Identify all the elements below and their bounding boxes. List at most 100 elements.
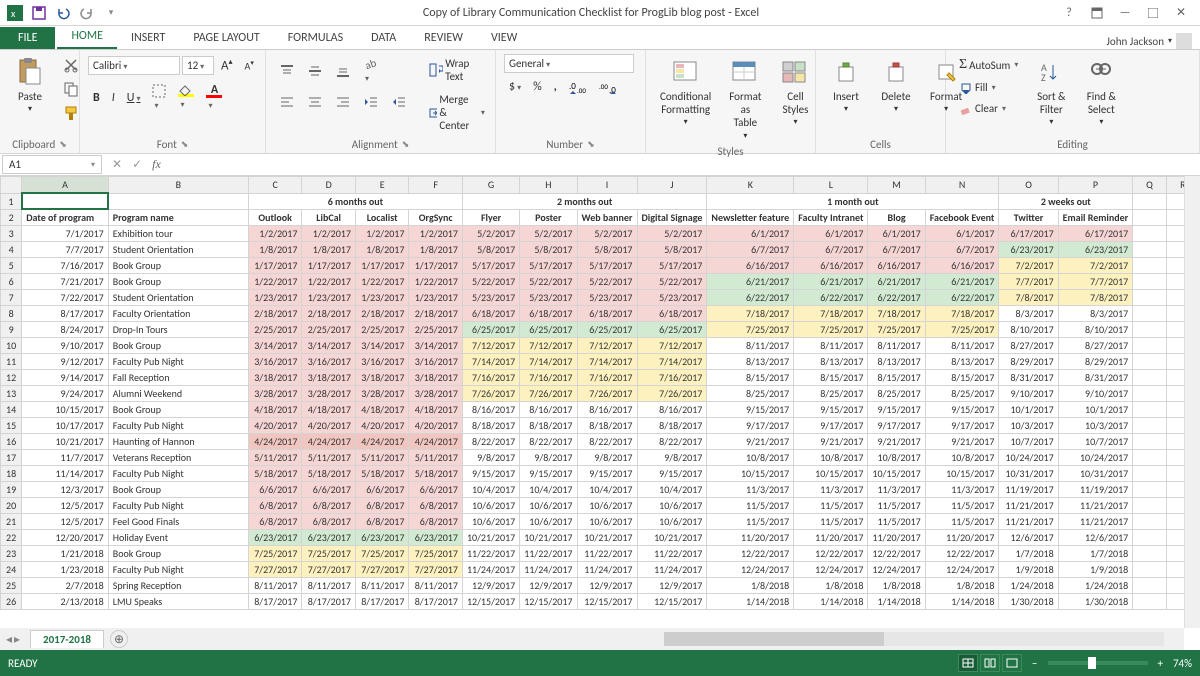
cell[interactable]: 4/20/2017 xyxy=(248,418,302,434)
cell[interactable]: 6/16/2017 xyxy=(794,258,868,274)
align-center-button[interactable] xyxy=(302,92,328,112)
cell[interactable]: 12/22/2017 xyxy=(868,546,925,562)
cell[interactable]: 7/2/2017 xyxy=(999,258,1058,274)
insert-function-icon[interactable]: fx xyxy=(152,157,161,172)
cell[interactable]: 12/5/2017 xyxy=(22,498,109,514)
column-header[interactable]: B xyxy=(108,177,248,194)
cell[interactable]: 3/28/2017 xyxy=(409,386,463,402)
hdr-orgsync[interactable]: OrgSync xyxy=(409,209,463,226)
cell[interactable]: 6/6/2017 xyxy=(302,482,356,498)
cell[interactable]: 3/28/2017 xyxy=(248,386,302,402)
cell[interactable]: 8/27/2017 xyxy=(999,338,1058,354)
cell[interactable]: 4/20/2017 xyxy=(355,418,409,434)
cell[interactable] xyxy=(1133,274,1167,290)
cell[interactable]: 6/23/2017 xyxy=(409,530,463,546)
cell[interactable]: 6/18/2017 xyxy=(577,306,637,322)
cell[interactable]: 12/22/2017 xyxy=(794,546,868,562)
cell[interactable] xyxy=(1133,514,1167,530)
percent-button[interactable]: % xyxy=(528,77,547,97)
cell[interactable]: 1/8/2017 xyxy=(409,242,463,258)
cell[interactable]: 10/15/2017 xyxy=(22,402,109,418)
cell[interactable]: 9/15/2017 xyxy=(462,466,519,482)
cell[interactable]: Faculty Pub Night xyxy=(108,418,248,434)
cell[interactable]: 5/8/2017 xyxy=(577,242,637,258)
cell[interactable]: 2/25/2017 xyxy=(248,322,302,338)
cell[interactable]: 10/8/2017 xyxy=(707,450,794,466)
cell[interactable]: 7/7/2017 xyxy=(999,274,1058,290)
cell[interactable]: 1/17/2017 xyxy=(409,258,463,274)
cell[interactable]: 6/8/2017 xyxy=(355,514,409,530)
cell[interactable]: 10/4/2017 xyxy=(520,482,577,498)
cell[interactable]: 6/25/2017 xyxy=(520,322,577,338)
cell[interactable]: Veterans Reception xyxy=(108,450,248,466)
cell[interactable]: 5/23/2017 xyxy=(462,290,519,306)
cell[interactable]: 8/18/2017 xyxy=(520,418,577,434)
cell[interactable]: 12/24/2017 xyxy=(794,562,868,578)
cell[interactable]: 6/18/2017 xyxy=(520,306,577,322)
cell[interactable]: 11/3/2017 xyxy=(707,482,794,498)
cell[interactable]: 6/17/2017 xyxy=(999,226,1058,242)
cell[interactable]: 10/7/2017 xyxy=(1058,434,1133,450)
cell[interactable]: 8/24/2017 xyxy=(22,322,109,338)
hdr-date[interactable]: Date of program xyxy=(22,209,109,226)
cell[interactable]: Book Group xyxy=(108,258,248,274)
column-header[interactable]: Q xyxy=(1133,177,1167,194)
cell[interactable]: 7/7/2017 xyxy=(1058,274,1133,290)
cell[interactable]: 12/3/2017 xyxy=(22,482,109,498)
cell[interactable]: 7/25/2017 xyxy=(355,546,409,562)
cell[interactable]: 6/18/2017 xyxy=(462,306,519,322)
cell[interactable] xyxy=(1133,306,1167,322)
cell[interactable]: 1/8/2017 xyxy=(355,242,409,258)
cell[interactable]: 6/7/2017 xyxy=(707,242,794,258)
cell[interactable]: 8/10/2017 xyxy=(999,322,1058,338)
column-header[interactable]: C xyxy=(248,177,302,194)
cell[interactable]: 9/17/2017 xyxy=(868,418,925,434)
cell[interactable]: 5/23/2017 xyxy=(637,290,707,306)
cell[interactable]: 8/22/2017 xyxy=(462,434,519,450)
row-header[interactable]: 12 xyxy=(1,370,22,386)
cell[interactable]: 11/21/2017 xyxy=(1058,498,1133,514)
cell[interactable]: 5/18/2017 xyxy=(302,466,356,482)
hdr-outlook[interactable]: Outlook xyxy=(248,209,302,226)
cell[interactable]: 3/18/2017 xyxy=(302,370,356,386)
cell[interactable]: 8/17/2017 xyxy=(302,594,356,610)
cell[interactable]: 7/26/2017 xyxy=(637,386,707,402)
cell[interactable]: 3/16/2017 xyxy=(355,354,409,370)
cell[interactable]: Faculty Pub Night xyxy=(108,466,248,482)
increase-font-button[interactable]: A▴ xyxy=(216,54,238,76)
hdr-email[interactable]: Email Reminder xyxy=(1058,209,1133,226)
borders-button[interactable] xyxy=(147,81,171,115)
cell[interactable]: 11/21/2017 xyxy=(1058,514,1133,530)
hdr-fbevent[interactable]: Facebook Event xyxy=(925,209,999,226)
cell[interactable]: 11/3/2017 xyxy=(925,482,999,498)
cell[interactable]: 1/14/2018 xyxy=(925,594,999,610)
cell[interactable]: 1/2/2017 xyxy=(355,226,409,242)
cell[interactable]: 10/31/2017 xyxy=(999,466,1058,482)
increase-indent-button[interactable] xyxy=(386,92,412,112)
cell[interactable]: 1/30/2018 xyxy=(1058,594,1133,610)
tab-data[interactable]: DATA xyxy=(357,27,410,49)
comma-style-button[interactable]: , xyxy=(549,77,562,97)
row-header[interactable]: 6 xyxy=(1,274,22,290)
cell[interactable]: 5/2/2017 xyxy=(520,226,577,242)
cell[interactable]: 6/8/2017 xyxy=(302,514,356,530)
cell[interactable]: 6/22/2017 xyxy=(925,290,999,306)
row-header[interactable]: 26 xyxy=(1,594,22,610)
cell[interactable]: 10/4/2017 xyxy=(637,482,707,498)
cell[interactable]: 11/3/2017 xyxy=(868,482,925,498)
cell[interactable]: 8/16/2017 xyxy=(577,402,637,418)
cell[interactable]: Book Group xyxy=(108,338,248,354)
cell[interactable]: 8/11/2017 xyxy=(409,578,463,594)
header-1-month[interactable]: 1 month out xyxy=(707,193,999,209)
header-2-months[interactable]: 2 months out xyxy=(462,193,706,209)
cell[interactable]: 2/18/2017 xyxy=(409,306,463,322)
save-icon[interactable] xyxy=(28,2,50,24)
cell[interactable]: 10/6/2017 xyxy=(462,514,519,530)
row-header[interactable]: 15 xyxy=(1,418,22,434)
font-color-button[interactable]: A xyxy=(201,80,227,115)
align-left-button[interactable] xyxy=(274,92,300,112)
column-header[interactable]: E xyxy=(355,177,409,194)
align-bottom-button[interactable] xyxy=(330,61,356,81)
autosum-button[interactable]: Σ AutoSum xyxy=(954,54,1023,76)
cell[interactable]: 3/28/2017 xyxy=(355,386,409,402)
